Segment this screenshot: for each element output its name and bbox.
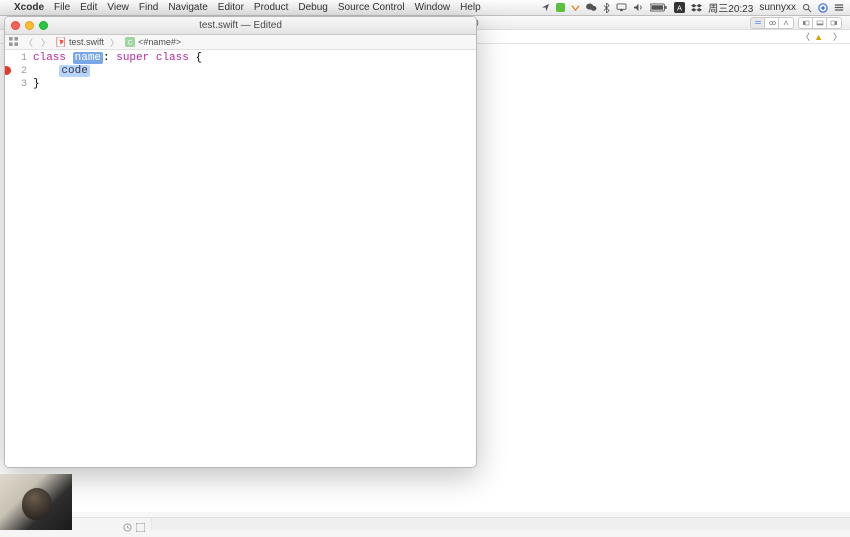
standard-editor-icon[interactable] (751, 18, 765, 28)
code-body[interactable]: class name: super class { code } (33, 50, 476, 467)
editor-mode-segmented[interactable] (750, 17, 794, 29)
webcam-overlay (0, 474, 72, 530)
chevron-left-icon[interactable]: 〈 (801, 30, 810, 43)
code-text: } (33, 78, 40, 90)
window-traffic-lights (11, 21, 48, 30)
keyword-class: class (33, 52, 66, 64)
spotlight-icon[interactable] (802, 3, 812, 13)
close-button[interactable] (11, 21, 20, 30)
code-text: : (103, 52, 116, 64)
bottom-bar (72, 517, 850, 530)
window-titlebar[interactable]: test.swift — Edited (5, 17, 476, 35)
placeholder-name[interactable]: name (73, 52, 103, 64)
status-location-icon[interactable] (541, 3, 550, 12)
related-items-icon[interactable] (9, 37, 18, 48)
code-text: { (189, 52, 202, 64)
toggle-debug-icon[interactable] (813, 18, 827, 28)
menu-editor[interactable]: Editor (218, 2, 244, 13)
menu-source-control[interactable]: Source Control (338, 2, 405, 13)
status-bluetooth-icon[interactable] (603, 3, 610, 13)
status-app-green-icon[interactable] (556, 3, 565, 12)
menu-find[interactable]: Find (139, 2, 158, 13)
detached-editor-window: test.swift — Edited 〈 〉 test.swift 〉 C <… (4, 16, 477, 468)
bottom-bar-left (72, 517, 152, 530)
status-clock[interactable]: 周三20:23 (708, 0, 753, 15)
menu-navigate[interactable]: Navigate (168, 2, 207, 13)
assistant-editor-icon[interactable] (765, 18, 779, 28)
clock-icon[interactable] (123, 519, 132, 537)
menu-view[interactable]: View (107, 2, 129, 13)
svg-text:C: C (128, 40, 133, 47)
menu-edit[interactable]: Edit (80, 2, 97, 13)
placeholder-code[interactable]: code (59, 65, 89, 77)
desktop: Today at 上午11:58 ▲ 10 Selection (0, 16, 850, 530)
keyword-class: class (156, 52, 189, 64)
status-airplay-icon[interactable] (616, 3, 627, 12)
status-wechat-icon[interactable] (586, 3, 597, 12)
chevron-right-icon[interactable]: 〉 (833, 30, 842, 43)
version-editor-icon[interactable] (779, 18, 793, 28)
chevron-right-icon: 〉 (110, 36, 119, 49)
menu-window[interactable]: Window (415, 2, 451, 13)
status-volume-icon[interactable] (633, 3, 644, 12)
svg-text:A: A (677, 3, 682, 12)
toggle-utilities-icon[interactable] (827, 18, 841, 28)
nav-back-button[interactable]: 〈 (22, 36, 35, 49)
filter-icon[interactable] (136, 519, 145, 537)
menu-app-name[interactable]: Xcode (14, 2, 44, 13)
window-title: test.swift — Edited (199, 20, 282, 31)
issues-indicator-icon[interactable]: ▲ (814, 32, 823, 42)
status-dropbox-icon[interactable] (691, 3, 702, 13)
menu-debug[interactable]: Debug (298, 2, 327, 13)
status-ime-icon[interactable]: A (674, 2, 685, 13)
keyword-super: super (116, 52, 149, 64)
minimize-button[interactable] (25, 21, 34, 30)
panel-toggle-segmented[interactable] (798, 17, 842, 29)
toggle-navigator-icon[interactable] (799, 18, 813, 28)
status-down-caret-icon[interactable] (571, 3, 580, 12)
status-battery-icon[interactable] (650, 3, 668, 12)
nav-forward-button[interactable]: 〉 (39, 36, 52, 49)
menu-product[interactable]: Product (254, 2, 288, 13)
jump-bar-symbol[interactable]: C <#name#> (125, 37, 181, 47)
zoom-button[interactable] (39, 21, 48, 30)
menu-help[interactable]: Help (460, 2, 481, 13)
swift-file-icon (56, 37, 66, 47)
status-user[interactable]: sunnyxx (759, 2, 796, 13)
siri-icon[interactable] (818, 3, 828, 13)
editor-jump-bar[interactable]: 〈 〉 test.swift 〉 C <#name#> (5, 35, 476, 50)
menu-file[interactable]: File (54, 2, 70, 13)
jump-bar-file[interactable]: test.swift (56, 37, 104, 47)
jump-bar-file-label: test.swift (69, 37, 104, 47)
source-editor[interactable]: 1 2 3 class name: super class { code } (5, 50, 476, 467)
notification-center-icon[interactable] (834, 3, 844, 12)
mac-menubar: Xcode File Edit View Find Navigate Edito… (0, 0, 850, 16)
line-number-gutter: 1 2 3 (5, 50, 33, 467)
jump-bar-symbol-label: <#name#> (138, 37, 181, 47)
c-badge-icon: C (125, 37, 135, 47)
